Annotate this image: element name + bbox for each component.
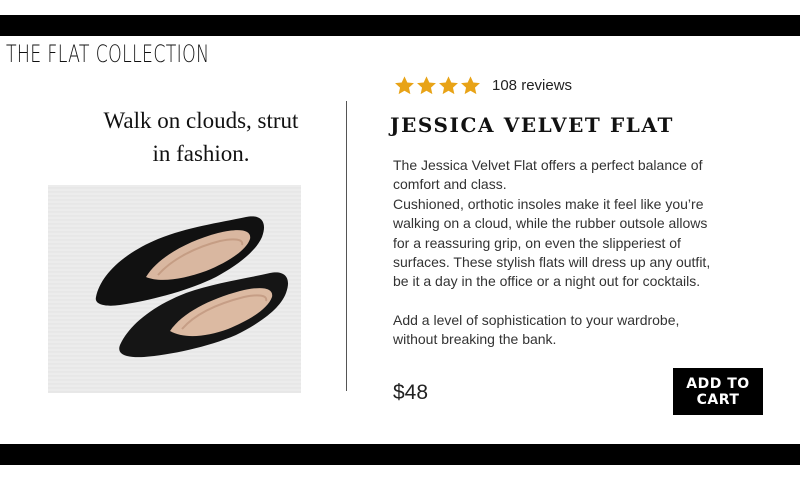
hero-tagline: Walk on clouds, strut in fashion. — [48, 104, 354, 170]
bottom-banner-bar — [0, 444, 800, 465]
product-rating[interactable]: 108 reviews — [394, 75, 572, 96]
description-paragraph-2: Cushioned, orthotic insoles make it feel… — [393, 195, 711, 290]
add-to-cart-button[interactable]: ADD TO CART — [673, 368, 763, 415]
tagline-line-1: Walk on clouds, strut — [103, 108, 299, 133]
star-icon — [417, 76, 436, 95]
shoe-image — [95, 216, 289, 358]
rating-stars — [394, 75, 481, 96]
product-title: JESSICA VELVET FLAT — [390, 113, 674, 137]
star-icon — [439, 76, 458, 95]
tagline-line-2: in fashion. — [152, 141, 250, 166]
brand-logo: THE FLAT COLLECTION — [6, 40, 210, 68]
add-to-cart-label-line-1: ADD TO — [686, 375, 750, 392]
star-icon — [395, 76, 414, 95]
add-to-cart-label-line-2: CART — [696, 391, 740, 408]
product-description: The Jessica Velvet Flat offers a perfect… — [393, 156, 713, 350]
description-paragraph-3: Add a level of sophistication to your wa… — [393, 311, 680, 348]
reviews-count[interactable]: 108 reviews — [492, 77, 572, 94]
star-icon — [461, 76, 480, 95]
product-photo — [48, 185, 301, 393]
description-paragraph-1: The Jessica Velvet Flat offers a perfect… — [393, 157, 703, 193]
vertical-divider — [346, 101, 347, 391]
product-price: $48 — [393, 381, 429, 404]
top-banner-bar — [0, 15, 800, 36]
